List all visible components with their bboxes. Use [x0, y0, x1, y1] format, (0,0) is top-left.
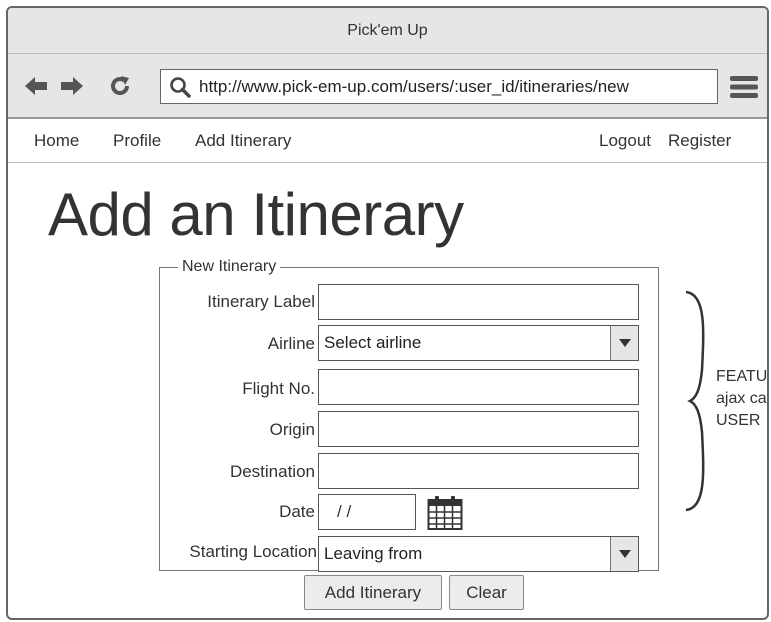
browser-toolbar: http://www.pick-em-up.com/users/:user_id…	[8, 54, 767, 119]
starting-location-value: Leaving from	[324, 544, 423, 563]
calendar-icon[interactable]	[427, 495, 463, 536]
date-input[interactable]: / /	[318, 494, 416, 530]
new-itinerary-form: New Itinerary Itinerary Label Airline Se…	[159, 258, 659, 572]
add-itinerary-button[interactable]: Add Itinerary	[304, 575, 442, 610]
annotation-note: FEATU ajax ca USER	[716, 366, 767, 432]
arrow-right-icon	[61, 77, 83, 95]
starting-location-select[interactable]: Leaving from	[318, 536, 639, 572]
annotation-line: FEATU	[716, 368, 768, 385]
date-label: Date	[279, 502, 315, 521]
page-title: Add an Itinerary	[48, 181, 464, 248]
nav-home-link[interactable]: Home	[34, 131, 79, 151]
destination-label: Destination	[229, 462, 315, 481]
address-bar[interactable]: http://www.pick-em-up.com/users/:user_id…	[160, 69, 718, 104]
chevron-down-icon	[610, 326, 638, 360]
airline-select-value: Select airline	[324, 333, 422, 352]
airline-label: Airline	[267, 334, 315, 353]
window-title-bar: Pick'em Up	[8, 8, 767, 54]
flight-no-input[interactable]	[318, 369, 639, 405]
form-legend: New Itinerary	[182, 258, 277, 275]
back-button[interactable]	[22, 73, 50, 99]
site-nav: Home Profile Add Itinerary Logout Regist…	[8, 119, 767, 163]
forward-button[interactable]	[58, 73, 86, 99]
itinerary-label-input[interactable]	[318, 284, 639, 320]
starting-location-label: Starting Location	[189, 542, 317, 561]
origin-input[interactable]	[318, 411, 639, 447]
nav-profile-link[interactable]: Profile	[113, 131, 161, 151]
nav-add-itinerary-link[interactable]: Add Itinerary	[195, 131, 291, 151]
annotation-line: ajax ca	[716, 390, 767, 407]
url-text[interactable]: http://www.pick-em-up.com/users/:user_id…	[199, 77, 629, 97]
reload-icon	[111, 76, 130, 96]
airline-select[interactable]: Select airline	[318, 325, 639, 361]
menu-button[interactable]	[730, 75, 758, 104]
clear-button[interactable]: Clear	[449, 575, 524, 610]
arrow-left-icon	[25, 77, 47, 95]
annotation-brace	[684, 290, 714, 517]
nav-register-link[interactable]: Register	[668, 131, 731, 151]
annotation-line: USER	[716, 412, 761, 429]
chevron-down-icon	[610, 537, 638, 571]
origin-label: Origin	[269, 420, 315, 439]
window-title: Pick'em Up	[347, 21, 428, 39]
destination-input[interactable]	[318, 453, 639, 489]
nav-logout-link[interactable]: Logout	[599, 131, 651, 151]
flight-no-label: Flight No.	[242, 379, 315, 398]
search-icon	[161, 76, 199, 98]
reload-button[interactable]	[106, 73, 134, 99]
itinerary-label-label: Itinerary Label	[207, 292, 315, 311]
browser-window: Pick'em Up http://www.pick-em-up.com/use…	[6, 6, 769, 620]
hamburger-icon	[730, 76, 758, 98]
